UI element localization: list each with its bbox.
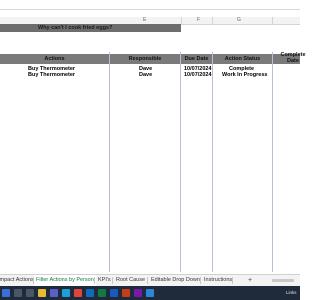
mail-icon[interactable] [86, 289, 94, 297]
header-due-date[interactable]: Due Date [181, 54, 212, 64]
tab-instructions[interactable]: Instructions [204, 275, 232, 286]
onenote-icon[interactable] [134, 289, 142, 297]
column-divider [109, 52, 110, 272]
sheet-title-cell[interactable]: Why can't I cook fried eggs? [0, 24, 181, 32]
column-letter-f[interactable]: F [197, 17, 200, 24]
tab-separator [232, 277, 233, 284]
cell-action: Buy Thermometer [28, 72, 76, 78]
powerpoint-icon[interactable] [122, 289, 130, 297]
column-letter-e[interactable]: E [143, 17, 146, 24]
cell-responsible: Dave [139, 72, 153, 78]
header-completed-line2: Date [287, 57, 299, 64]
chrome-icon[interactable] [74, 289, 82, 297]
edge-icon[interactable] [62, 289, 70, 297]
table-row[interactable]: Buy Thermometer Dave 10/07/2024 Work In … [0, 72, 300, 78]
cell-status: Work In Progress [222, 72, 268, 78]
table-header-row: Actions Responsible Due Date Action Stat… [0, 52, 306, 64]
tab-separator [94, 277, 95, 284]
column-divider [180, 52, 181, 272]
column-letter-g[interactable]: G [237, 17, 241, 24]
header-action-status[interactable]: Action Status [213, 54, 272, 64]
tab-separator [147, 277, 148, 284]
header-responsible[interactable]: Responsible [110, 54, 180, 64]
header-completed-date[interactable]: Complete Date [273, 52, 313, 64]
column-divider [272, 52, 273, 272]
tab-separator [112, 277, 113, 284]
windows-taskbar: Links [0, 286, 300, 300]
cell-due-date: 10/07/2024 [184, 72, 212, 78]
excel-icon[interactable] [98, 289, 106, 297]
header-actions[interactable]: Actions [0, 54, 109, 64]
task-view-icon[interactable] [26, 289, 34, 297]
tab-kpis[interactable]: KPI's [98, 275, 111, 286]
column-divider [212, 52, 213, 272]
file-explorer-icon[interactable] [38, 289, 46, 297]
search-icon[interactable] [14, 289, 22, 297]
tab-editable-drop-down[interactable]: Editable Drop Down [151, 275, 200, 286]
tab-separator [200, 277, 201, 284]
word-icon[interactable] [110, 289, 118, 297]
app-icon[interactable] [146, 289, 154, 297]
column-separator [212, 17, 213, 24]
sheet-tab-bar: Impact Actions Filter Actions by Person … [0, 274, 300, 287]
tab-impact-actions[interactable]: Impact Actions [0, 275, 34, 286]
ribbon-edge [0, 0, 300, 10]
tray-text[interactable]: Links [286, 290, 297, 295]
add-sheet-button[interactable]: + [248, 275, 252, 286]
start-icon[interactable] [2, 289, 10, 297]
tab-root-cause[interactable]: Root Cause [116, 275, 145, 286]
column-separator [272, 17, 273, 24]
sheet-tab-scrollbar[interactable] [272, 279, 294, 282]
sheet-title: Why can't I cook fried eggs? [38, 25, 113, 31]
teams-icon[interactable] [50, 289, 58, 297]
column-separator [181, 17, 182, 24]
